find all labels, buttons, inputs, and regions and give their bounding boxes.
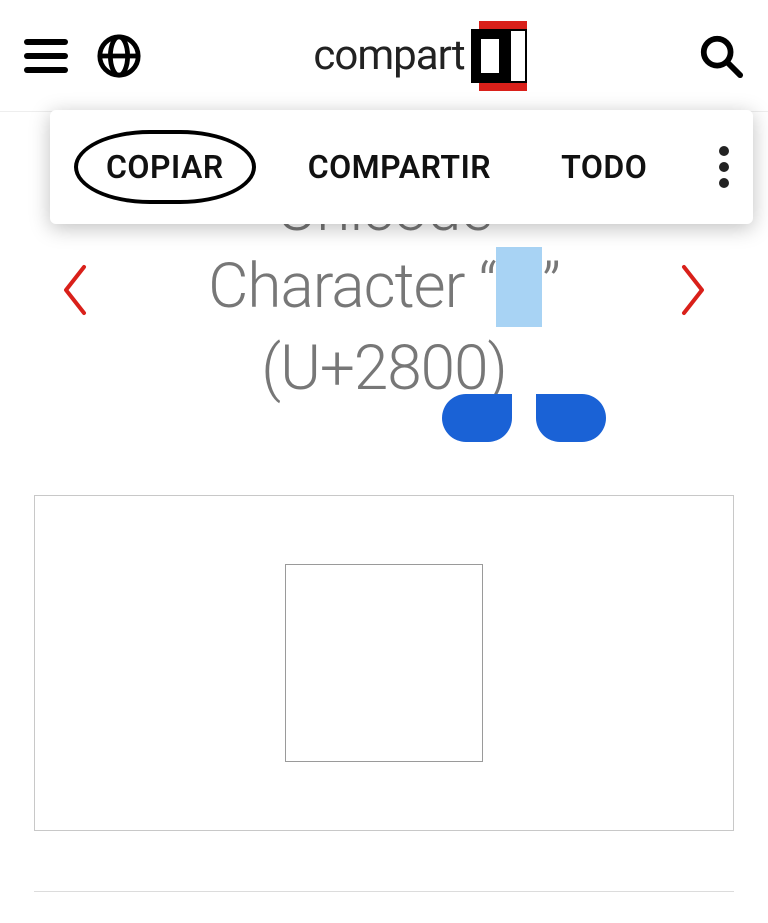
- title-line-2-post: ”: [542, 250, 560, 323]
- text-selection-menu: COPIAR COMPARTIR TODO: [50, 110, 753, 224]
- page-content: Unicode Character “⠀” (U+2800): [0, 112, 768, 921]
- search-icon[interactable]: [698, 33, 744, 79]
- nav-left: [24, 33, 142, 79]
- globe-icon[interactable]: [96, 33, 142, 79]
- brand-text: compart: [313, 31, 464, 80]
- secondary-panel: [34, 891, 734, 921]
- brand-mark-icon: [471, 21, 527, 91]
- glyph-preview-box: [285, 564, 483, 762]
- brand-logo[interactable]: compart: [313, 21, 526, 91]
- prev-character-button[interactable]: [60, 263, 90, 317]
- selected-glyph-highlight[interactable]: ⠀: [496, 247, 542, 327]
- next-character-button[interactable]: [678, 263, 708, 317]
- share-button[interactable]: COMPARTIR: [290, 140, 509, 194]
- glyph-panel: [34, 495, 734, 831]
- select-all-button[interactable]: TODO: [543, 140, 665, 194]
- more-options-icon[interactable]: [719, 146, 729, 188]
- navbar: compart: [0, 0, 768, 112]
- title-line-2-pre: Character “: [208, 250, 496, 323]
- copy-button[interactable]: COPIAR: [74, 130, 256, 204]
- title-line-3: (U+2800): [261, 332, 506, 405]
- hamburger-menu-icon[interactable]: [24, 39, 68, 73]
